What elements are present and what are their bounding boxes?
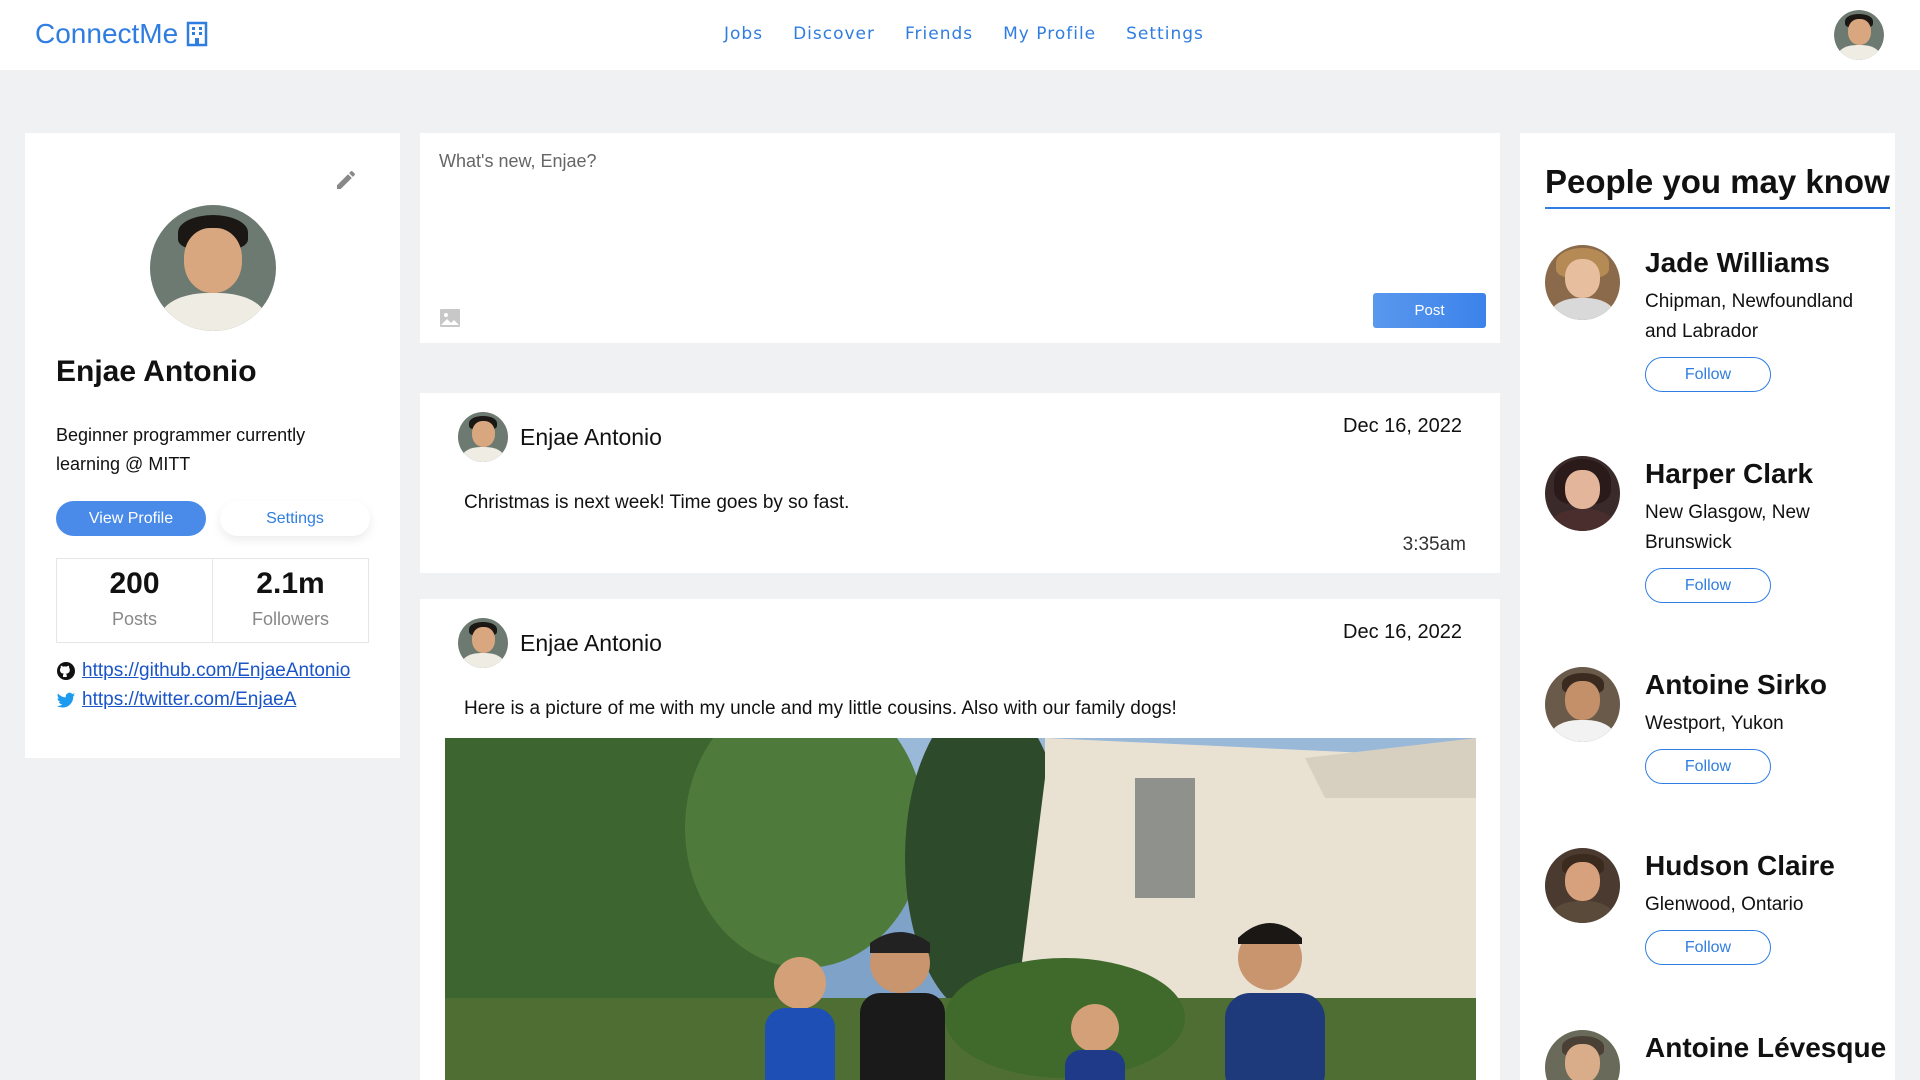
suggested-person: Harper Clark New Glasgow, New Brunswick …	[1545, 456, 1885, 626]
brand-logo[interactable]: ConnectMe	[35, 18, 208, 50]
person-avatar[interactable]	[1545, 245, 1620, 320]
person-location: Chipman, Newfoundland and Labrador	[1645, 291, 1854, 342]
brand-name: ConnectMe	[35, 18, 179, 49]
post-author-avatar[interactable]	[458, 618, 508, 668]
post-photo[interactable]	[445, 738, 1476, 1080]
twitter-icon	[56, 692, 76, 708]
person-name[interactable]: Antoine Sirko	[1645, 669, 1827, 701]
person-avatar[interactable]	[1545, 456, 1620, 531]
stat-posts: 200 Posts	[57, 559, 212, 642]
post-card: Enjae Antonio Dec 16, 2022 Here is a pic…	[420, 599, 1500, 1080]
post-date: Dec 16, 2022	[1343, 415, 1462, 437]
post-author[interactable]: Enjae Antonio	[520, 630, 662, 657]
person-location: New Glasgow, New Brunswick	[1645, 502, 1810, 553]
nav-friends[interactable]: Friends	[905, 24, 973, 44]
user-avatar[interactable]	[1834, 10, 1884, 60]
settings-button[interactable]: Settings	[220, 501, 370, 536]
post-text: Christmas is next week! Time goes by so …	[464, 492, 850, 513]
stat-label: Posts	[111, 609, 158, 629]
person-avatar[interactable]	[1545, 667, 1620, 742]
person-name[interactable]: Jade Williams	[1645, 247, 1830, 279]
post-composer: Post	[420, 133, 1500, 343]
github-link[interactable]: https://github.com/EnjaeAntonio	[82, 660, 350, 682]
profile-card: Enjae Antonio Beginner programmer curren…	[25, 133, 400, 758]
post-author-avatar[interactable]	[458, 412, 508, 462]
profile-avatar	[150, 205, 276, 331]
person-location: Westport, Yukon	[1645, 713, 1784, 734]
post-button[interactable]: Post	[1373, 293, 1486, 328]
building-icon	[186, 21, 208, 47]
follow-button[interactable]: Follow	[1645, 749, 1771, 784]
family-photo-illustration	[445, 738, 1476, 1080]
people-you-may-know-panel: People you may know Jade Williams Chipma…	[1520, 133, 1895, 1080]
stat-label: Followers	[251, 609, 330, 629]
follow-button[interactable]: Follow	[1645, 930, 1771, 965]
profile-bio: Beginner programmer currently learning @…	[56, 425, 306, 474]
pencil-icon[interactable]	[334, 168, 358, 192]
person-name[interactable]: Hudson Claire	[1645, 850, 1835, 882]
stat-followers: 2.1m Followers	[212, 559, 368, 642]
suggested-person: Jade Williams Chipman, Newfoundland and …	[1545, 245, 1885, 415]
person-name[interactable]: Antoine Lévesque	[1645, 1032, 1886, 1064]
profile-stats: 200 Posts 2.1m Followers	[56, 558, 369, 643]
post-text: Here is a picture of me with my uncle an…	[464, 698, 1177, 719]
post-time: 3:35am	[1402, 534, 1466, 555]
twitter-link-row: https://twitter.com/EnjaeA	[56, 689, 296, 711]
suggested-person: Hudson Claire Glenwood, Ontario Follow	[1545, 848, 1885, 978]
main-nav: Jobs Discover Friends My Profile Setting…	[724, 24, 1204, 44]
suggested-person: Antoine Lévesque	[1545, 1030, 1886, 1080]
person-name[interactable]: Harper Clark	[1645, 458, 1813, 490]
nav-my-profile[interactable]: My Profile	[1003, 24, 1096, 44]
nav-jobs[interactable]: Jobs	[724, 24, 763, 44]
composer-input[interactable]	[439, 151, 1479, 172]
post-author[interactable]: Enjae Antonio	[520, 424, 662, 451]
stat-value: 200	[109, 567, 160, 600]
post-date: Dec 16, 2022	[1343, 621, 1462, 643]
top-nav-bar: ConnectMe Jobs Discover Friends My Profi…	[0, 0, 1920, 70]
person-location: Glenwood, Ontario	[1645, 894, 1804, 915]
twitter-link[interactable]: https://twitter.com/EnjaeA	[82, 689, 296, 711]
follow-button[interactable]: Follow	[1645, 568, 1771, 603]
profile-name: Enjae Antonio	[56, 355, 257, 388]
stat-value: 2.1m	[256, 567, 325, 600]
pymk-title: People you may know	[1545, 163, 1890, 209]
github-icon	[57, 662, 75, 680]
nav-discover[interactable]: Discover	[793, 24, 875, 44]
person-avatar[interactable]	[1545, 848, 1620, 923]
view-profile-button[interactable]: View Profile	[56, 501, 206, 536]
suggested-person: Antoine Sirko Westport, Yukon Follow	[1545, 667, 1885, 797]
post-card: Enjae Antonio Dec 16, 2022 Christmas is …	[420, 393, 1500, 573]
follow-button[interactable]: Follow	[1645, 357, 1771, 392]
github-link-row: https://github.com/EnjaeAntonio	[56, 660, 350, 682]
nav-settings[interactable]: Settings	[1126, 24, 1204, 44]
person-avatar[interactable]	[1545, 1030, 1620, 1080]
image-icon[interactable]	[439, 308, 461, 328]
